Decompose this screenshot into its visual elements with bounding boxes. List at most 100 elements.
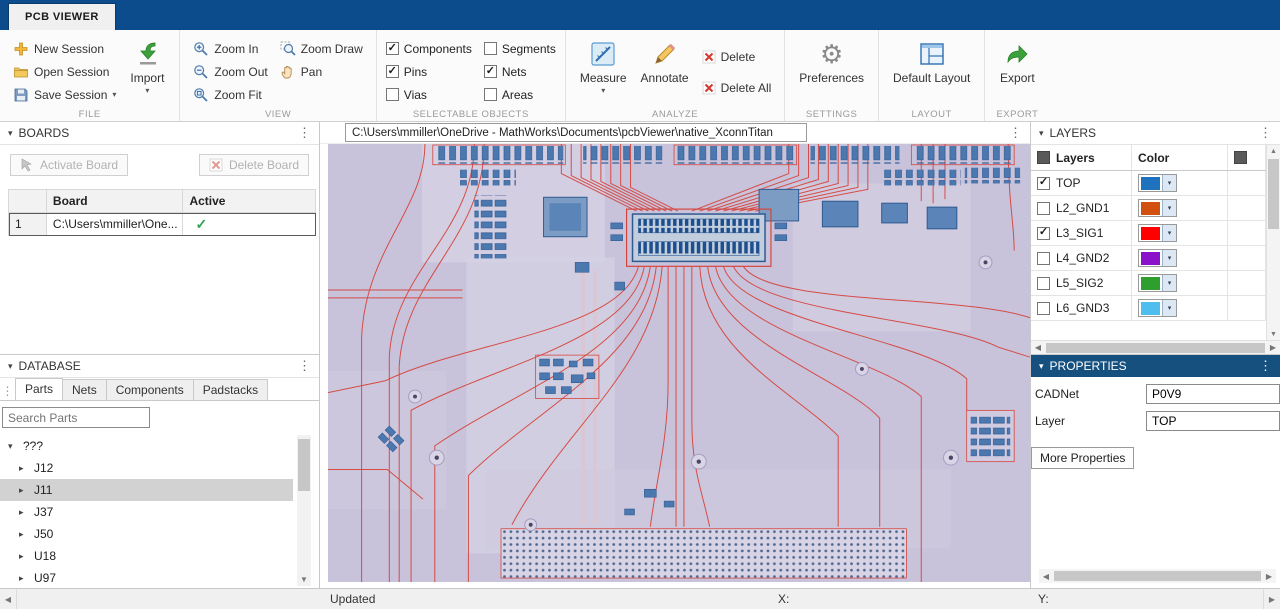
layer-row-top[interactable]: ✓TOP ▾ <box>1031 171 1266 196</box>
database-menu-icon[interactable]: ⋮ <box>298 358 311 374</box>
properties-scroll-right-icon[interactable]: ▶ <box>1262 572 1276 581</box>
tree-collapsed-icon[interactable]: ▸ <box>19 529 27 540</box>
delete-all-button[interactable]: Delete All <box>698 76 776 99</box>
tree-item-j11[interactable]: ▸ J11 <box>0 479 293 501</box>
tab-parts[interactable]: Parts <box>15 378 63 400</box>
layer-visible-checkbox[interactable]: ✓ <box>1037 252 1050 265</box>
nets-checkbox[interactable]: ✓ Nets <box>484 60 556 83</box>
layer-visible-checkbox[interactable]: ✓ <box>1037 177 1050 190</box>
activate-board-button[interactable]: Activate Board <box>10 154 128 176</box>
zoom-draw-button[interactable]: Zoom Draw <box>276 37 367 60</box>
import-button[interactable]: Import ▾ <box>124 37 170 95</box>
tree-item-j50[interactable]: ▸ J50 <box>0 523 293 545</box>
properties-scroll-left-icon[interactable]: ◀ <box>1039 572 1053 581</box>
layer-row-l6-gnd3[interactable]: ✓L6_GND3 ▾ <box>1031 296 1266 321</box>
pan-button[interactable]: Pan <box>276 60 367 83</box>
tree-collapsed-icon[interactable]: ▸ <box>19 463 27 474</box>
preferences-button[interactable]: ⚙ Preferences <box>794 37 869 85</box>
layer-visible-checkbox[interactable]: ✓ <box>1037 277 1050 290</box>
board-path-input[interactable] <box>345 123 807 142</box>
tree-item-label: U97 <box>34 571 56 585</box>
open-session-button[interactable]: Open Session <box>9 60 120 83</box>
save-session-caret-icon[interactable]: ▾ <box>112 90 116 99</box>
layers-scrollbar-thumb[interactable] <box>1268 159 1279 229</box>
vias-checkbox[interactable]: ✓ Vias <box>386 83 472 106</box>
tree-expand-icon[interactable]: ▾ <box>8 441 16 452</box>
layer-color-dropdown[interactable]: ▾ <box>1138 224 1177 242</box>
tab-grip-icon[interactable]: ⋮ <box>0 384 15 400</box>
collapse-right-panel-icon[interactable]: ▶ <box>1263 589 1280 609</box>
tree-item-j37[interactable]: ▸ J37 <box>0 501 293 523</box>
measure-button[interactable]: Measure ▾ <box>575 37 632 95</box>
properties-hscrollbar-thumb[interactable] <box>1054 571 1261 581</box>
tree-item-j12[interactable]: ▸ J12 <box>0 457 293 479</box>
layers-scroll-left-icon[interactable]: ◀ <box>1031 343 1045 352</box>
boards-menu-icon[interactable]: ⋮ <box>298 125 311 141</box>
layer-row-l5-sig2[interactable]: ✓L5_SIG2 ▾ <box>1031 271 1266 296</box>
delete-button[interactable]: Delete <box>698 45 776 68</box>
layers-scroll-up-icon[interactable]: ▲ <box>1267 145 1280 157</box>
layers-all-checkbox[interactable] <box>1037 151 1050 164</box>
tree-collapsed-icon[interactable]: ▸ <box>19 573 27 584</box>
layer-field[interactable] <box>1146 411 1280 431</box>
properties-menu-icon[interactable]: ⋮ <box>1259 358 1272 374</box>
layer-color-dropdown[interactable]: ▾ <box>1138 174 1177 192</box>
canvas-menu-icon[interactable]: ⋮ <box>1009 125 1022 141</box>
export-button[interactable]: Export <box>994 37 1040 85</box>
tree-scroll-down-icon[interactable]: ▼ <box>297 573 311 586</box>
segments-checkbox[interactable]: ✓ Segments <box>484 37 556 60</box>
tree-collapsed-icon[interactable]: ▸ <box>19 507 27 518</box>
tab-pcb-viewer[interactable]: PCB VIEWER <box>8 3 116 30</box>
areas-checkbox[interactable]: ✓ Areas <box>484 83 556 106</box>
board-row[interactable]: 1 C:\Users\mmiller\One... ✓ <box>9 213 316 236</box>
layer-color-dropdown[interactable]: ▾ <box>1138 299 1177 317</box>
layers-menu-icon[interactable]: ⋮ <box>1259 125 1272 141</box>
annotate-button[interactable]: Annotate <box>636 37 694 85</box>
database-collapse-icon[interactable]: ▾ <box>8 361 13 372</box>
zoom-fit-button[interactable]: Zoom Fit <box>189 83 271 106</box>
layers-extra-col-checkbox[interactable] <box>1234 151 1247 164</box>
layers-hscrollbar-thumb[interactable] <box>1046 343 1265 353</box>
layer-row-l3-sig1[interactable]: ✓L3_SIG1 ▾ <box>1031 221 1266 246</box>
default-layout-button[interactable]: Default Layout <box>888 37 975 85</box>
collapse-left-panel-icon[interactable]: ◀ <box>0 589 17 609</box>
tree-collapsed-icon[interactable]: ▸ <box>19 485 27 496</box>
properties-collapse-icon[interactable]: ▾ <box>1039 361 1044 372</box>
layers-scroll-down-icon[interactable]: ▼ <box>1267 328 1280 340</box>
tree-scrollbar[interactable]: ▼ <box>297 435 311 586</box>
delete-board-button[interactable]: Delete Board <box>199 154 309 176</box>
tree-item-u97[interactable]: ▸ U97 <box>0 567 293 588</box>
properties-horizontal-scrollbar[interactable]: ◀ ▶ <box>1039 569 1276 583</box>
layers-collapse-icon[interactable]: ▾ <box>1039 128 1044 139</box>
search-parts-input[interactable] <box>2 407 150 428</box>
components-checkbox[interactable]: ✓ Components <box>386 37 472 60</box>
layer-color-dropdown[interactable]: ▾ <box>1138 274 1177 292</box>
layer-row-l4-gnd2[interactable]: ✓L4_GND2 ▾ <box>1031 246 1266 271</box>
tree-root[interactable]: ▾ ??? <box>0 435 293 457</box>
layer-color-dropdown[interactable]: ▾ <box>1138 249 1177 267</box>
zoom-in-button[interactable]: Zoom In <box>189 37 271 60</box>
layer-visible-checkbox[interactable]: ✓ <box>1037 302 1050 315</box>
layer-visible-checkbox[interactable]: ✓ <box>1037 202 1050 215</box>
new-session-button[interactable]: New Session <box>9 37 120 60</box>
more-properties-button[interactable]: More Properties <box>1031 447 1134 469</box>
cadnet-field[interactable] <box>1146 384 1280 404</box>
zoom-out-button[interactable]: Zoom Out <box>189 60 271 83</box>
tab-padstacks[interactable]: Padstacks <box>193 379 268 400</box>
tree-item-u18[interactable]: ▸ U18 <box>0 545 293 567</box>
save-session-button[interactable]: Save Session ▾ <box>9 83 120 106</box>
tree-scrollbar-thumb[interactable] <box>298 439 310 491</box>
layer-visible-checkbox[interactable]: ✓ <box>1037 227 1050 240</box>
tab-components[interactable]: Components <box>106 379 194 400</box>
layers-vertical-scrollbar[interactable]: ▲ ▼ <box>1266 145 1280 340</box>
layers-table-header: Layers Color <box>1031 145 1266 171</box>
boards-collapse-icon[interactable]: ▾ <box>8 128 13 139</box>
pcb-canvas[interactable] <box>320 144 1030 588</box>
tree-collapsed-icon[interactable]: ▸ <box>19 551 27 562</box>
layer-color-dropdown[interactable]: ▾ <box>1138 199 1177 217</box>
layer-row-l2-gnd1[interactable]: ✓L2_GND1 ▾ <box>1031 196 1266 221</box>
layers-horizontal-scrollbar[interactable]: ◀ ▶ <box>1031 340 1280 354</box>
tab-nets[interactable]: Nets <box>62 379 107 400</box>
layers-scroll-right-icon[interactable]: ▶ <box>1266 343 1280 352</box>
pins-checkbox[interactable]: ✓ Pins <box>386 60 472 83</box>
